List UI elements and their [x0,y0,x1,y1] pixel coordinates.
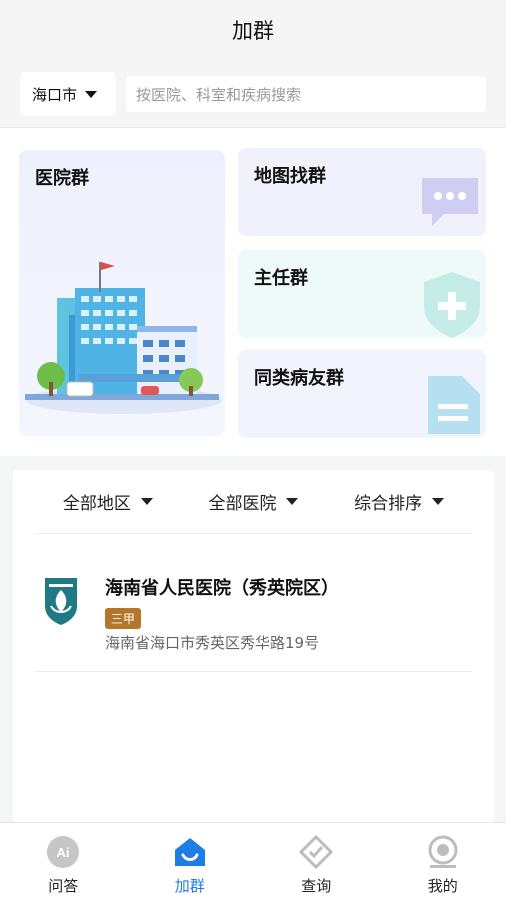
page-title: 加群 [232,19,274,43]
caret-down-icon [432,498,445,505]
hospital-name: 海南省人民医院（秀英院区） [105,578,339,599]
chat-bubble-icon [422,178,478,226]
hospital-building-illustration [25,262,222,414]
profile-icon [428,835,458,868]
tab-query-label: 查询 [301,877,332,895]
filter-region-label: 全部地区 [62,494,131,514]
document-icon [428,376,480,434]
medical-shield-icon [424,272,480,338]
filter-hospital-label: 全部医院 [208,494,277,514]
hospital-address: 海南省海口市秀英区秀华路19号 [105,634,320,652]
hospital-logo-icon [45,578,77,625]
caret-down-icon [286,498,299,505]
search-placeholder: 按医院、科室和疾病搜索 [136,85,302,104]
city-label: 海口市 [32,85,78,104]
page-header: 加群 [0,0,506,60]
patient-group-card[interactable]: 同类病友群 [238,350,486,438]
city-selector[interactable]: 海口市 [20,72,116,116]
map-group-card[interactable]: 地图找群 [238,148,486,236]
tab-join-group-label: 加群 [174,877,205,895]
map-group-label: 地图找群 [254,166,326,187]
patient-group-label: 同类病友群 [254,368,344,389]
tab-qa-label: 问答 [48,877,79,895]
director-group-card[interactable]: 主任群 [238,250,486,338]
tab-join-group[interactable]: 加群 [127,823,254,900]
filter-region[interactable]: 全部地区 [63,489,153,514]
search-bar: 海口市 按医院、科室和疾病搜索 [0,60,506,128]
bottom-tab-bar: Ai 问答 加群 查询 我的 [0,822,506,900]
filter-sort[interactable]: 综合排序 [354,489,445,514]
group-category-cards: 医院群 地图找群 主任群 同类病友群 [0,128,506,456]
hospital-list-item[interactable]: 海南省人民医院（秀英院区） 三甲 海南省海口市秀英区秀华路19号 [35,536,472,672]
hospital-list-panel: 全部地区 全部医院 综合排序 海南省人民医院（秀英院区） 三甲 海南省海口市秀英… [13,470,494,822]
search-input[interactable]: 按医院、科室和疾病搜索 [126,76,486,112]
filter-hospital[interactable]: 全部医院 [208,489,299,514]
director-group-label: 主任群 [254,268,308,289]
hospital-level-badge: 三甲 [105,608,142,629]
diamond-check-icon [299,835,334,869]
home-smile-icon [174,838,205,866]
filter-sort-label: 综合排序 [354,494,423,514]
tab-mine-label: 我的 [427,877,458,895]
tab-query[interactable]: 查询 [253,823,380,900]
tab-qa[interactable]: Ai 问答 [0,823,127,900]
filter-bar: 全部地区 全部医院 综合排序 [35,470,472,534]
ai-icon-text: Ai [57,845,70,860]
caret-down-icon [85,90,98,98]
ai-icon: Ai [47,836,80,868]
caret-down-icon [140,498,153,505]
hospital-group-card[interactable]: 医院群 [19,150,225,436]
tab-mine[interactable]: 我的 [380,823,506,900]
